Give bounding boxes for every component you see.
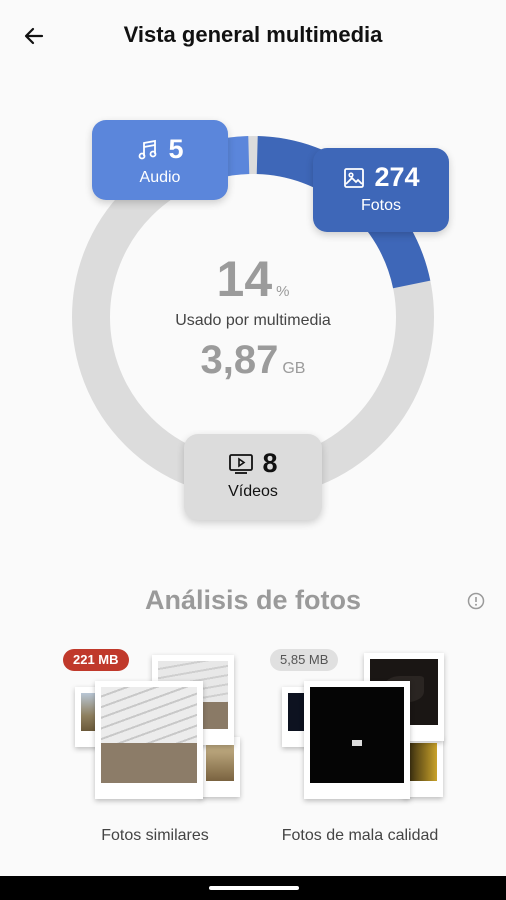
- fotos-label: Fotos: [360, 197, 401, 214]
- low-quality-size-badge: 5,85 MB: [270, 649, 339, 671]
- usage-size: 3,87: [200, 338, 279, 382]
- videos-category-button[interactable]: 8 Vídeos: [184, 434, 322, 520]
- usage-percent-unit: %: [276, 283, 290, 300]
- fotos-category-button[interactable]: 274 Fotos: [313, 148, 449, 232]
- page-title: Vista general multimedia: [123, 22, 383, 47]
- low-quality-photos-caption: Fotos de mala calidad: [281, 827, 439, 844]
- low-quality-photos-card[interactable]: 5,85 MB Fotos de mala calidad: [260, 645, 460, 855]
- photo-thumbnail: [304, 681, 410, 799]
- similar-photos-caption: Fotos similares: [101, 827, 209, 844]
- videos-label: Vídeos: [228, 483, 278, 500]
- usage-label: Usado por multimedia: [175, 312, 331, 329]
- top-app-bar: Vista general multimedia: [0, 0, 506, 72]
- similar-photos-card[interactable]: 221 MB Fotos similares: [55, 645, 255, 855]
- audio-count: 5: [168, 134, 184, 164]
- music-note-icon: [139, 139, 157, 159]
- image-icon: [344, 167, 365, 188]
- home-indicator[interactable]: [209, 886, 299, 890]
- similar-size-badge: 221 MB: [63, 649, 129, 671]
- fotos-count: 274: [374, 162, 420, 192]
- info-icon[interactable]: [467, 592, 485, 610]
- system-nav-bar: [0, 876, 506, 900]
- photo-analysis-title: Análisis de fotos: [144, 585, 362, 615]
- photo-thumbnail: [95, 681, 203, 799]
- videos-count: 8: [262, 448, 278, 478]
- photo-thumbnail: [200, 737, 240, 797]
- usage-percent: 14: [216, 251, 273, 307]
- audio-label: Audio: [139, 169, 181, 186]
- usage-summary: 14% Usado por multimedia 3,87 GB: [0, 250, 506, 383]
- video-play-icon: [229, 453, 254, 474]
- audio-category-button[interactable]: 5 Audio: [92, 120, 228, 200]
- usage-size-unit: GB: [282, 360, 306, 377]
